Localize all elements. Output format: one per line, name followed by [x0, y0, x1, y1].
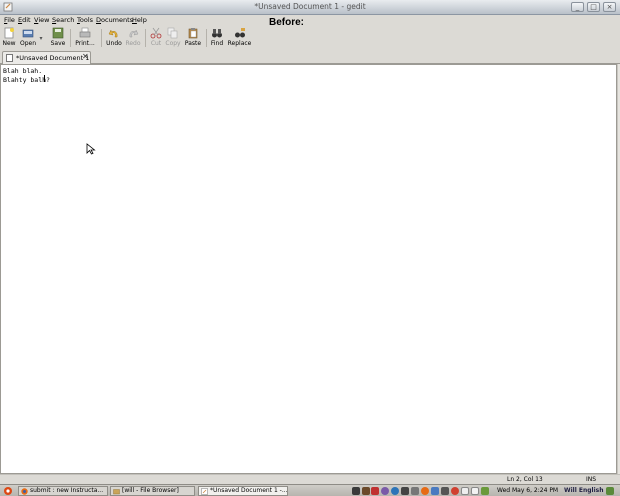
cut-button[interactable]: Cut: [149, 27, 163, 49]
title-bar: *Unsaved Document 1 - gedit _ □ ×: [0, 0, 620, 15]
network-icon[interactable]: [411, 487, 419, 495]
toolbar: New Open ▾ Save Print... Undo Redo Cut C…: [0, 26, 620, 50]
app-launcher-icon[interactable]: [362, 487, 370, 495]
ubuntu-logo-icon[interactable]: [3, 486, 13, 496]
replace-button[interactable]: Replace: [227, 27, 252, 49]
clock[interactable]: Wed May 6, 2:24 PM: [497, 487, 558, 494]
firefox-launcher-icon[interactable]: [421, 487, 429, 495]
undo-button[interactable]: Undo: [106, 27, 122, 49]
new-button[interactable]: New: [2, 27, 16, 49]
toolbar-separator: [145, 29, 146, 47]
battery-icon[interactable]: [481, 487, 489, 495]
gedit-icon: [201, 488, 208, 495]
paste-clipboard-icon: [188, 28, 198, 39]
pdf-reader-icon[interactable]: [371, 487, 379, 495]
taskbar-button-gedit[interactable]: *Unsaved Document 1 -...: [198, 486, 288, 496]
tab-label: *Unsaved Document 1: [16, 54, 90, 62]
printer-icon: [79, 27, 91, 38]
firefox-icon: [21, 488, 28, 495]
maximize-button[interactable]: □: [587, 2, 600, 12]
open-recent-dropdown[interactable]: ▾: [38, 27, 44, 49]
user-switcher[interactable]: Will English: [564, 487, 604, 494]
scissors-icon: [150, 27, 162, 39]
close-tab-icon[interactable]: ✕: [82, 52, 89, 61]
logout-icon[interactable]: [606, 487, 614, 495]
redo-arrow-icon: [129, 29, 139, 38]
text-line: Blahty balh?: [3, 76, 50, 84]
toolbar-separator: [101, 29, 102, 47]
find-replace-icon: [234, 28, 245, 38]
clipboard-icon[interactable]: [471, 487, 479, 495]
minimize-button[interactable]: _: [571, 2, 584, 12]
taskbar-button-file-browser[interactable]: [will - File Browser]: [110, 486, 195, 496]
menu-edit[interactable]: Edit: [18, 16, 31, 24]
redo-button[interactable]: Redo: [125, 27, 141, 49]
new-document-icon: [4, 27, 14, 39]
save-icon: [52, 27, 64, 39]
display-icon[interactable]: [401, 487, 409, 495]
print-button[interactable]: Print...: [74, 27, 96, 49]
binoculars-icon: [212, 29, 222, 38]
update-icon[interactable]: [391, 487, 399, 495]
text-caret: [44, 75, 45, 82]
menu-documents[interactable]: Documents: [96, 16, 133, 24]
toolbar-separator: [70, 29, 71, 47]
menu-view[interactable]: View: [34, 16, 49, 24]
mouse-pointer-icon: [86, 143, 96, 155]
close-window-button[interactable]: ×: [603, 2, 616, 12]
text-line: Blah blah.: [3, 67, 43, 75]
menu-bar: File Edit View Search Tools Documents He…: [0, 15, 620, 26]
media-player-icon[interactable]: [381, 487, 389, 495]
terminal-icon[interactable]: [352, 487, 360, 495]
menu-file[interactable]: File: [4, 16, 15, 24]
volume-icon[interactable]: [441, 487, 449, 495]
folder-icon: [113, 489, 120, 495]
toolbar-separator: [206, 29, 207, 47]
help-lifebuoy-icon[interactable]: [451, 487, 459, 495]
undo-arrow-icon: [108, 29, 118, 38]
taskbar: submit : new Instructa... [will - File B…: [0, 484, 620, 496]
window-title: *Unsaved Document 1 - gedit: [254, 2, 366, 11]
save-button[interactable]: Save: [50, 27, 66, 49]
chevron-down-icon: ▾: [39, 35, 43, 42]
insert-mode: INS: [586, 476, 597, 483]
menu-tools[interactable]: Tools: [77, 16, 93, 24]
paste-button[interactable]: Paste: [184, 27, 202, 49]
notes-icon[interactable]: [461, 487, 469, 495]
copy-icon: [167, 27, 178, 39]
open-folder-icon: [22, 29, 34, 38]
taskbar-button-instructables[interactable]: submit : new Instructa...: [18, 486, 108, 496]
menu-search[interactable]: Search: [52, 16, 74, 24]
menu-help[interactable]: Help: [132, 16, 147, 24]
find-button[interactable]: Find: [210, 27, 224, 49]
status-bar: Ln 2, Col 13 INS: [0, 474, 620, 484]
text-document-icon: [6, 54, 13, 62]
tab-unsaved-document-1[interactable]: *Unsaved Document 1 ✕: [2, 51, 91, 64]
text-editor-area[interactable]: Blah blah. Blahty balh?: [0, 64, 617, 474]
mail-icon[interactable]: [431, 487, 439, 495]
open-button[interactable]: Open: [19, 27, 37, 49]
document-tab-strip: *Unsaved Document 1 ✕: [0, 50, 620, 64]
cursor-position: Ln 2, Col 13: [507, 476, 543, 483]
copy-button[interactable]: Copy: [165, 27, 181, 49]
